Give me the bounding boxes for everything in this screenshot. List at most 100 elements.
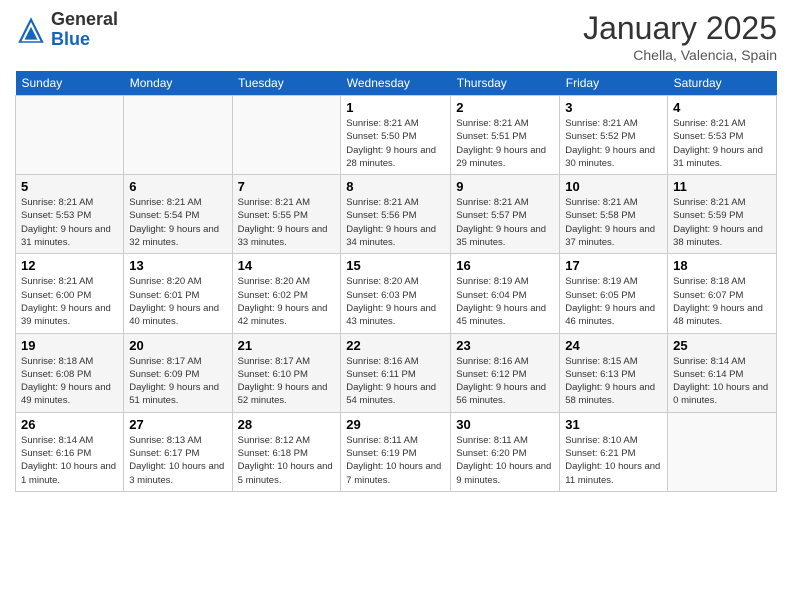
day-number: 4: [673, 100, 771, 115]
day-info: Sunrise: 8:16 AM Sunset: 6:11 PM Dayligh…: [346, 355, 445, 408]
day-number: 12: [21, 258, 118, 273]
day-info: Sunrise: 8:19 AM Sunset: 6:05 PM Dayligh…: [565, 275, 662, 328]
logo: General Blue: [15, 10, 118, 50]
col-monday: Monday: [124, 71, 232, 96]
day-info: Sunrise: 8:21 AM Sunset: 5:59 PM Dayligh…: [673, 196, 771, 249]
day-number: 27: [129, 417, 226, 432]
table-row: 23 Sunrise: 8:16 AM Sunset: 6:12 PM Dayli…: [451, 333, 560, 412]
calendar-week-row: 1 Sunrise: 8:21 AM Sunset: 5:50 PM Daylig…: [16, 96, 777, 175]
col-saturday: Saturday: [668, 71, 777, 96]
table-row: 24 Sunrise: 8:15 AM Sunset: 6:13 PM Dayli…: [560, 333, 668, 412]
day-number: 22: [346, 338, 445, 353]
day-number: 24: [565, 338, 662, 353]
calendar-week-row: 26 Sunrise: 8:14 AM Sunset: 6:16 PM Dayli…: [16, 412, 777, 491]
day-number: 16: [456, 258, 554, 273]
day-number: 5: [21, 179, 118, 194]
table-row: 13Sunrise: 8:20 AM Sunset: 6:01 PM Dayli…: [124, 254, 232, 333]
table-row: 19 Sunrise: 8:18 AM Sunset: 6:08 PM Dayli…: [16, 333, 124, 412]
day-number: 20: [129, 338, 226, 353]
day-info: Sunrise: 8:21 AM Sunset: 5:54 PM Dayligh…: [129, 196, 226, 249]
col-sunday: Sunday: [16, 71, 124, 96]
day-number: 19: [21, 338, 118, 353]
day-number: 29: [346, 417, 445, 432]
day-number: 1: [346, 100, 445, 115]
day-number: 10: [565, 179, 662, 194]
day-info: Sunrise: 8:11 AM Sunset: 6:20 PM Dayligh…: [456, 434, 554, 487]
calendar-week-row: 5 Sunrise: 8:21 AM Sunset: 5:53 PM Daylig…: [16, 175, 777, 254]
table-row: 22 Sunrise: 8:16 AM Sunset: 6:11 PM Dayli…: [341, 333, 451, 412]
table-row: 17 Sunrise: 8:19 AM Sunset: 6:05 PM Dayli…: [560, 254, 668, 333]
table-row: 7 Sunrise: 8:21 AM Sunset: 5:55 PM Daylig…: [232, 175, 341, 254]
day-info: Sunrise: 8:17 AM Sunset: 6:10 PM Dayligh…: [238, 355, 336, 408]
day-number: 15: [346, 258, 445, 273]
day-info: Sunrise: 8:20 AM Sunset: 6:02 PM Dayligh…: [238, 275, 336, 328]
day-info: Sunrise: 8:21 AM Sunset: 5:55 PM Dayligh…: [238, 196, 336, 249]
logo-text: General Blue: [51, 10, 118, 50]
day-number: 28: [238, 417, 336, 432]
day-info: Sunrise: 8:10 AM Sunset: 6:21 PM Dayligh…: [565, 434, 662, 487]
day-number: 21: [238, 338, 336, 353]
day-info: Sunrise: 8:21 AM Sunset: 6:00 PM Dayligh…: [21, 275, 118, 328]
day-info: Sunrise: 8:13 AM Sunset: 6:17 PM Dayligh…: [129, 434, 226, 487]
location: Chella, Valencia, Spain: [583, 47, 777, 63]
col-tuesday: Tuesday: [232, 71, 341, 96]
day-number: 3: [565, 100, 662, 115]
day-number: 25: [673, 338, 771, 353]
day-info: Sunrise: 8:21 AM Sunset: 5:51 PM Dayligh…: [456, 117, 554, 170]
calendar-week-row: 19 Sunrise: 8:18 AM Sunset: 6:08 PM Dayli…: [16, 333, 777, 412]
table-row: 26 Sunrise: 8:14 AM Sunset: 6:16 PM Dayli…: [16, 412, 124, 491]
table-row: 11 Sunrise: 8:21 AM Sunset: 5:59 PM Dayli…: [668, 175, 777, 254]
day-info: Sunrise: 8:15 AM Sunset: 6:13 PM Dayligh…: [565, 355, 662, 408]
table-row: 2Sunrise: 8:21 AM Sunset: 5:51 PM Daylig…: [451, 96, 560, 175]
day-info: Sunrise: 8:11 AM Sunset: 6:19 PM Dayligh…: [346, 434, 445, 487]
table-row: [124, 96, 232, 175]
calendar-week-row: 12 Sunrise: 8:21 AM Sunset: 6:00 PM Dayli…: [16, 254, 777, 333]
day-info: Sunrise: 8:14 AM Sunset: 6:16 PM Dayligh…: [21, 434, 118, 487]
logo-general-text: General: [51, 9, 118, 29]
day-info: Sunrise: 8:18 AM Sunset: 6:08 PM Dayligh…: [21, 355, 118, 408]
table-row: 3Sunrise: 8:21 AM Sunset: 5:52 PM Daylig…: [560, 96, 668, 175]
title-block: January 2025 Chella, Valencia, Spain: [583, 10, 777, 63]
page-container: General Blue January 2025 Chella, Valenc…: [0, 0, 792, 612]
table-row: 21 Sunrise: 8:17 AM Sunset: 6:10 PM Dayli…: [232, 333, 341, 412]
day-info: Sunrise: 8:17 AM Sunset: 6:09 PM Dayligh…: [129, 355, 226, 408]
table-row: 10 Sunrise: 8:21 AM Sunset: 5:58 PM Dayli…: [560, 175, 668, 254]
table-row: 20 Sunrise: 8:17 AM Sunset: 6:09 PM Dayli…: [124, 333, 232, 412]
day-info: Sunrise: 8:12 AM Sunset: 6:18 PM Dayligh…: [238, 434, 336, 487]
table-row: 29 Sunrise: 8:11 AM Sunset: 6:19 PM Dayli…: [341, 412, 451, 491]
table-row: 25Sunrise: 8:14 AM Sunset: 6:14 PM Dayli…: [668, 333, 777, 412]
table-row: 4Sunrise: 8:21 AM Sunset: 5:53 PM Daylig…: [668, 96, 777, 175]
table-row: 14Sunrise: 8:20 AM Sunset: 6:02 PM Dayli…: [232, 254, 341, 333]
day-info: Sunrise: 8:21 AM Sunset: 5:50 PM Dayligh…: [346, 117, 445, 170]
day-number: 17: [565, 258, 662, 273]
day-number: 23: [456, 338, 554, 353]
day-number: 30: [456, 417, 554, 432]
day-info: Sunrise: 8:16 AM Sunset: 6:12 PM Dayligh…: [456, 355, 554, 408]
day-number: 7: [238, 179, 336, 194]
table-row: [232, 96, 341, 175]
table-row: 1 Sunrise: 8:21 AM Sunset: 5:50 PM Daylig…: [341, 96, 451, 175]
col-thursday: Thursday: [451, 71, 560, 96]
logo-icon: [15, 14, 47, 46]
table-row: 5 Sunrise: 8:21 AM Sunset: 5:53 PM Daylig…: [16, 175, 124, 254]
day-number: 31: [565, 417, 662, 432]
table-row: 12 Sunrise: 8:21 AM Sunset: 6:00 PM Dayli…: [16, 254, 124, 333]
table-row: 6 Sunrise: 8:21 AM Sunset: 5:54 PM Daylig…: [124, 175, 232, 254]
day-number: 9: [456, 179, 554, 194]
calendar-header-row: Sunday Monday Tuesday Wednesday Thursday…: [16, 71, 777, 96]
col-wednesday: Wednesday: [341, 71, 451, 96]
month-title: January 2025: [583, 10, 777, 47]
day-info: Sunrise: 8:21 AM Sunset: 5:56 PM Dayligh…: [346, 196, 445, 249]
day-info: Sunrise: 8:21 AM Sunset: 5:58 PM Dayligh…: [565, 196, 662, 249]
day-info: Sunrise: 8:21 AM Sunset: 5:57 PM Dayligh…: [456, 196, 554, 249]
table-row: 27 Sunrise: 8:13 AM Sunset: 6:17 PM Dayli…: [124, 412, 232, 491]
table-row: 9 Sunrise: 8:21 AM Sunset: 5:57 PM Daylig…: [451, 175, 560, 254]
table-row: 30 Sunrise: 8:11 AM Sunset: 6:20 PM Dayli…: [451, 412, 560, 491]
day-info: Sunrise: 8:20 AM Sunset: 6:01 PM Dayligh…: [129, 275, 226, 328]
day-number: 8: [346, 179, 445, 194]
day-info: Sunrise: 8:21 AM Sunset: 5:53 PM Dayligh…: [21, 196, 118, 249]
table-row: [668, 412, 777, 491]
day-number: 11: [673, 179, 771, 194]
day-number: 26: [21, 417, 118, 432]
day-number: 6: [129, 179, 226, 194]
